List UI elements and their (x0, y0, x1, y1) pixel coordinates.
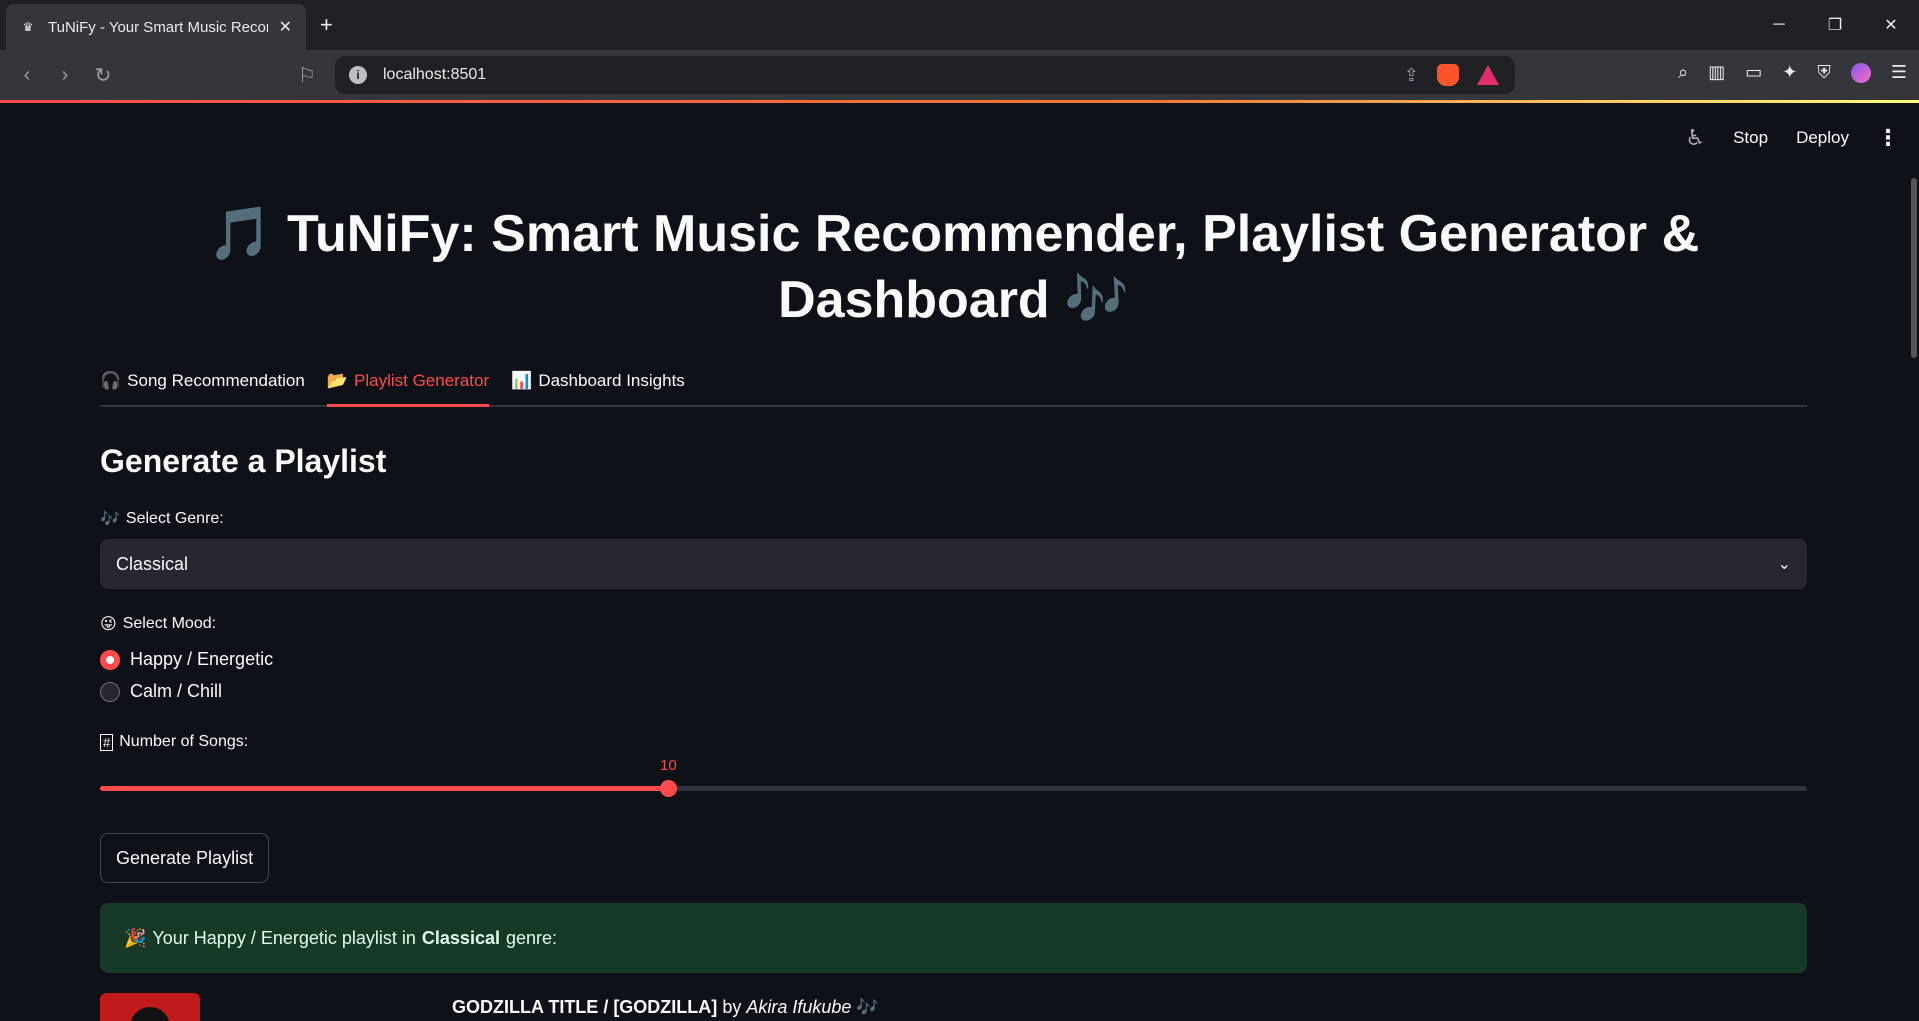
vpn-icon[interactable]: ⛨ (1817, 62, 1831, 83)
musical-notes-icon: 🎶 (856, 997, 879, 1017)
running-man-icon: ♿ (1685, 125, 1706, 150)
number-icon: # (100, 733, 114, 751)
tab-dashboard-insights[interactable]: 📊 Dashboard Insights (511, 365, 685, 407)
radio-button-selected[interactable] (100, 649, 120, 670)
tab-playlist-generator[interactable]: 📂 Playlist Generator (326, 365, 490, 407)
tab-list: 🎧 Song Recommendation 📂 Playlist Generat… (100, 365, 1807, 407)
genre-select[interactable]: Classical ⌄ (100, 539, 1807, 589)
brave-shields-icon[interactable] (1437, 64, 1459, 86)
url-text[interactable]: localhost:8501 (383, 66, 486, 84)
page-title: 🎵 TuNiFy: Smart Music Recommender, Playl… (207, 205, 1700, 329)
bookmark-icon[interactable]: ⚐ (294, 62, 320, 88)
reload-icon[interactable]: ↻ (90, 62, 116, 88)
tab-song-recommendation[interactable]: 🎧 Song Recommendation (100, 365, 305, 407)
search-tab-icon[interactable]: ⌕ (1678, 62, 1688, 83)
forward-icon[interactable]: › (52, 62, 78, 88)
restore-icon[interactable]: ❐ (1807, 0, 1863, 50)
brave-rewards-icon[interactable] (1477, 65, 1499, 85)
close-icon[interactable]: ✕ (279, 17, 292, 37)
album-art (100, 993, 200, 1021)
window-close-icon[interactable]: ✕ (1863, 0, 1919, 50)
slider-thumb[interactable] (660, 780, 677, 797)
scrollbar[interactable] (1911, 178, 1917, 358)
extensions-row: ⌕ ▥ ▭ ✦ ⛨ ☰ (1678, 62, 1907, 83)
browser-tab[interactable]: ♛ TuNiFy - Your Smart Music Recon ✕ (6, 4, 306, 50)
streamlit-header: ♿ Stop Deploy ⋮ (1685, 125, 1899, 151)
minimize-icon[interactable]: ─ (1751, 0, 1807, 50)
stop-button[interactable]: Stop (1733, 128, 1768, 148)
window-controls: ─ ❐ ✕ (1751, 0, 1919, 50)
section-heading: Generate a Playlist (100, 443, 387, 479)
leo-ai-icon[interactable]: ✦ (1782, 62, 1797, 83)
slider-fill (100, 786, 668, 791)
sidebar-icon[interactable]: ▥ (1708, 62, 1725, 83)
folder-icon: 📂 (326, 371, 349, 390)
crown-icon: ♛ (22, 20, 34, 34)
musical-notes-icon: 🎶 (1064, 271, 1129, 329)
bar-chart-icon: 📊 (511, 371, 533, 390)
songs-label: # Number of Songs: (100, 733, 248, 751)
musical-note-icon: 🎵 (207, 205, 273, 263)
mood-option-calm[interactable]: Calm / Chill (100, 681, 222, 702)
songs-slider[interactable] (100, 780, 1807, 797)
browser-tab-bar: ♛ TuNiFy - Your Smart Music Recon ✕ + ─ … (0, 0, 1919, 50)
profile-avatar[interactable] (1850, 62, 1871, 83)
genre-label: 🎶 Select Genre: (100, 510, 224, 528)
party-popper-icon: 🎉 (124, 927, 147, 948)
new-tab-button[interactable]: + (320, 12, 333, 38)
headphones-icon: 🎧 (100, 371, 122, 390)
more-menu-icon[interactable]: ⋮ (1877, 125, 1899, 151)
site-info-icon[interactable]: i (349, 66, 367, 84)
share-icon[interactable]: ⇪ (1404, 65, 1419, 86)
grinning-face-icon: 😜 (100, 616, 117, 633)
genre-selected-value: Classical (116, 553, 189, 574)
musical-notes-icon: 🎶 (100, 511, 120, 528)
radio-button[interactable] (100, 681, 120, 702)
menu-icon[interactable]: ☰ (1891, 62, 1907, 83)
generate-playlist-button[interactable]: Generate Playlist (100, 833, 270, 883)
slider-value: 10 (660, 757, 677, 774)
wallet-icon[interactable]: ▭ (1745, 62, 1762, 83)
chevron-down-icon: ⌄ (1777, 556, 1791, 573)
browser-toolbar: ‹ › ↻ ⚐ i localhost:8501 ⇪ ⌕ ▥ ▭ ✦ ⛨ ☰ (0, 50, 1919, 100)
mood-label: 😜 Select Mood: (100, 615, 217, 633)
tab-title: TuNiFy - Your Smart Music Recon (48, 18, 268, 36)
app-view: ♿ Stop Deploy ⋮ 🎵 TuNiFy: Smart Music Re… (0, 103, 1919, 1021)
deploy-button[interactable]: Deploy (1796, 128, 1849, 148)
song-entry: GODZILLA TITLE / [GODZILLA] by Akira Ifu… (452, 997, 879, 1017)
mood-option-happy[interactable]: Happy / Energetic (100, 649, 273, 670)
back-icon[interactable]: ‹ (14, 62, 40, 88)
success-alert: 🎉 Your Happy / Energetic playlist in Cla… (100, 903, 1807, 973)
address-bar[interactable]: i localhost:8501 ⇪ (335, 56, 1515, 94)
